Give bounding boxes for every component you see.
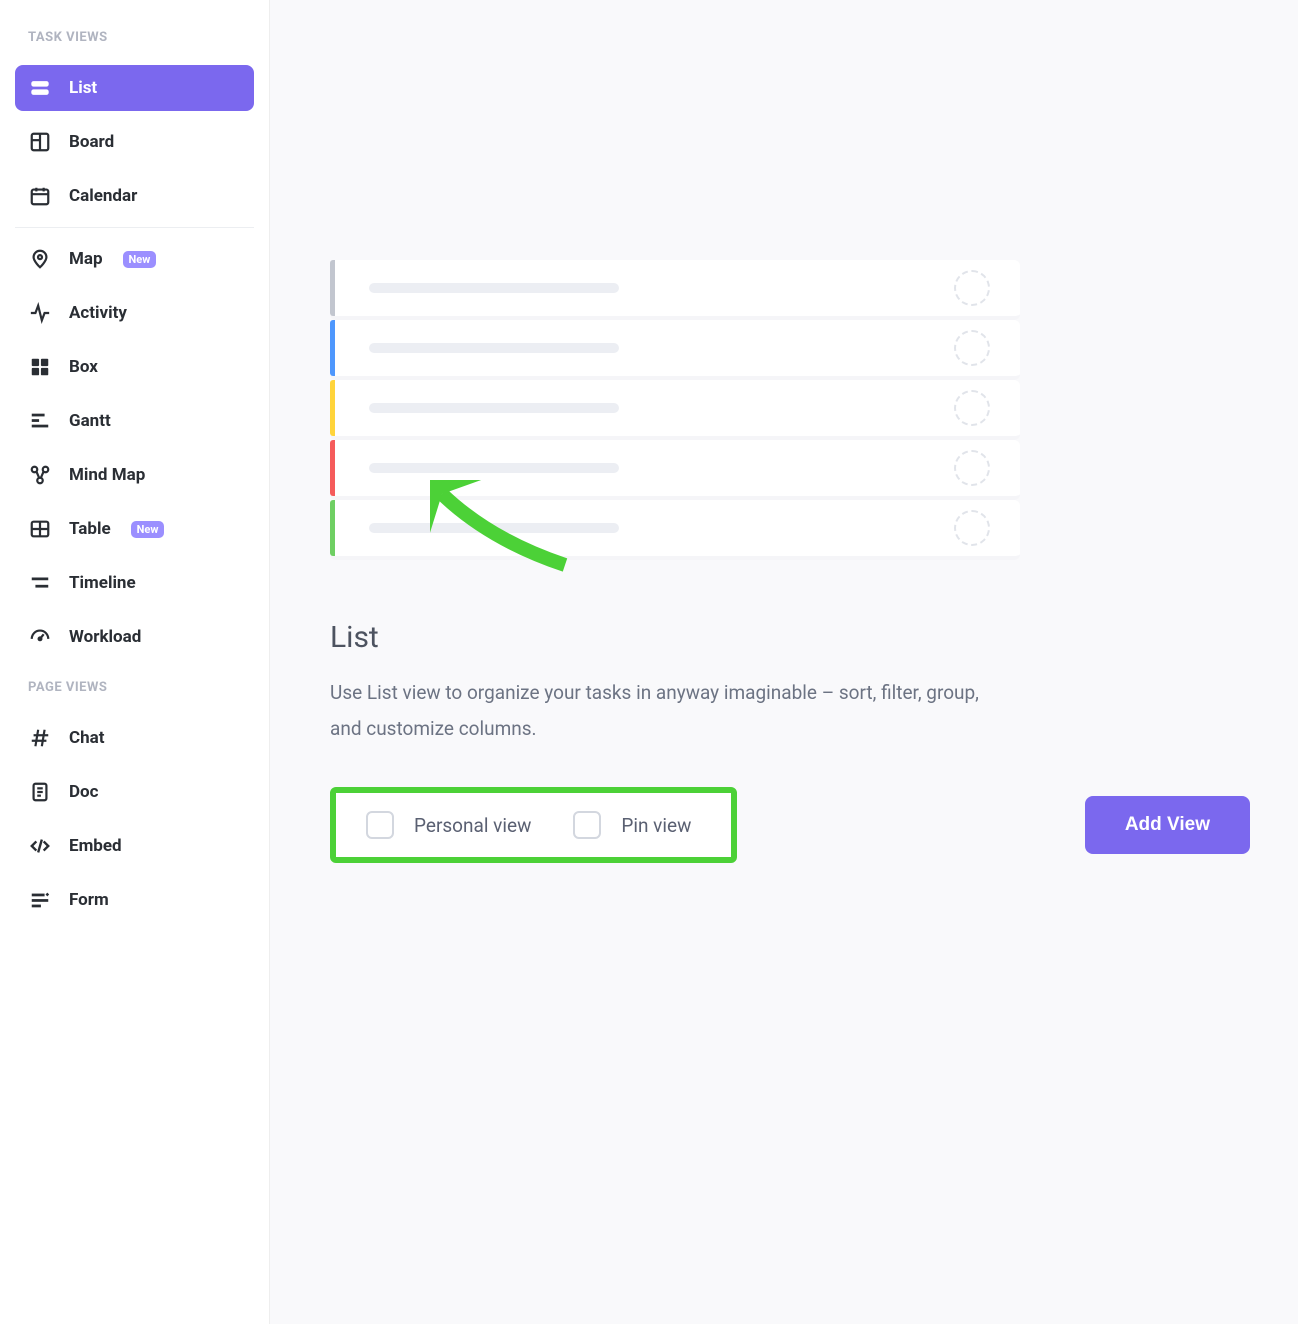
preview-row [330, 500, 1020, 560]
sidebar-item-label: List [69, 78, 97, 98]
sidebar-item-calendar[interactable]: Calendar [15, 173, 254, 219]
preview-row [330, 380, 1020, 440]
sidebar-item-list[interactable]: List [15, 65, 254, 111]
sidebar-item-label: Workload [69, 627, 141, 647]
sidebar-item-table[interactable]: Table New [15, 506, 254, 552]
calendar-icon [29, 185, 51, 207]
checkbox-label: Personal view [414, 814, 531, 837]
doc-icon [29, 781, 51, 803]
sidebar-item-label: Map [69, 249, 103, 269]
sidebar-item-workload[interactable]: Workload [15, 614, 254, 660]
accent-bar [330, 320, 335, 376]
skeleton-bar [369, 403, 619, 413]
sidebar-item-box[interactable]: Box [15, 344, 254, 390]
timeline-icon [29, 572, 51, 594]
sidebar-item-board[interactable]: Board [15, 119, 254, 165]
accent-bar [330, 380, 335, 436]
skeleton-bar [369, 463, 619, 473]
sidebar-item-label: Box [69, 357, 98, 377]
sidebar-item-embed[interactable]: Embed [15, 823, 254, 869]
new-badge: New [123, 251, 157, 268]
options-row: Personal view Pin view Add View [330, 787, 1250, 863]
board-icon [29, 131, 51, 153]
sidebar-item-label: Table [69, 519, 111, 539]
sidebar-item-label: Mind Map [69, 465, 145, 485]
preview-row [330, 440, 1020, 500]
list-icon [29, 77, 51, 99]
view-title: List [330, 620, 1250, 655]
task-views-list-2: Map New Activity Box Gantt [0, 236, 269, 660]
main-panel: List Use List view to organize your task… [270, 0, 1298, 1324]
accent-bar [330, 500, 335, 556]
activity-icon [29, 302, 51, 324]
checkbox-label: Pin view [621, 814, 691, 837]
personal-view-option[interactable]: Personal view [366, 811, 531, 839]
view-options-highlight: Personal view Pin view [330, 787, 737, 863]
preview-row [330, 320, 1020, 380]
sidebar-item-label: Activity [69, 303, 127, 323]
accent-bar [330, 440, 335, 496]
section-header-task-views: TASK VIEWS [0, 18, 269, 57]
table-icon [29, 518, 51, 540]
sidebar: TASK VIEWS List Board Calendar [0, 0, 270, 1324]
sidebar-item-mind-map[interactable]: Mind Map [15, 452, 254, 498]
skeleton-bar [369, 343, 619, 353]
sidebar-item-label: Chat [69, 728, 105, 748]
skeleton-circle [954, 510, 990, 546]
sidebar-item-label: Board [69, 132, 114, 152]
sidebar-item-doc[interactable]: Doc [15, 769, 254, 815]
sidebar-item-label: Timeline [69, 573, 136, 593]
hash-icon [29, 727, 51, 749]
new-badge: New [131, 521, 165, 538]
sidebar-item-label: Embed [69, 836, 122, 856]
list-preview [330, 260, 1020, 560]
checkbox[interactable] [366, 811, 394, 839]
sidebar-item-timeline[interactable]: Timeline [15, 560, 254, 606]
embed-icon [29, 835, 51, 857]
sidebar-item-label: Calendar [69, 186, 137, 206]
accent-bar [330, 260, 335, 316]
sidebar-item-activity[interactable]: Activity [15, 290, 254, 336]
form-icon [29, 889, 51, 911]
sidebar-item-form[interactable]: Form [15, 877, 254, 923]
skeleton-circle [954, 390, 990, 426]
task-views-list: List Board Calendar [0, 65, 269, 219]
sidebar-item-label: Doc [69, 782, 99, 802]
sidebar-item-label: Form [69, 890, 109, 910]
gantt-icon [29, 410, 51, 432]
checkbox[interactable] [573, 811, 601, 839]
add-view-button[interactable]: Add View [1085, 796, 1250, 854]
section-header-page-views: PAGE VIEWS [0, 668, 269, 707]
sidebar-item-map[interactable]: Map New [15, 236, 254, 282]
map-pin-icon [29, 248, 51, 270]
mind-map-icon [29, 464, 51, 486]
page-views-list: Chat Doc Embed Form [0, 715, 269, 923]
box-icon [29, 356, 51, 378]
skeleton-bar [369, 283, 619, 293]
sidebar-item-label: Gantt [69, 411, 111, 431]
skeleton-bar [369, 523, 619, 533]
skeleton-circle [954, 270, 990, 306]
view-description: Use List view to organize your tasks in … [330, 675, 990, 747]
divider [15, 227, 254, 228]
skeleton-circle [954, 330, 990, 366]
workload-icon [29, 626, 51, 648]
skeleton-circle [954, 450, 990, 486]
preview-row [330, 260, 1020, 320]
sidebar-item-chat[interactable]: Chat [15, 715, 254, 761]
pin-view-option[interactable]: Pin view [573, 811, 691, 839]
sidebar-item-gantt[interactable]: Gantt [15, 398, 254, 444]
